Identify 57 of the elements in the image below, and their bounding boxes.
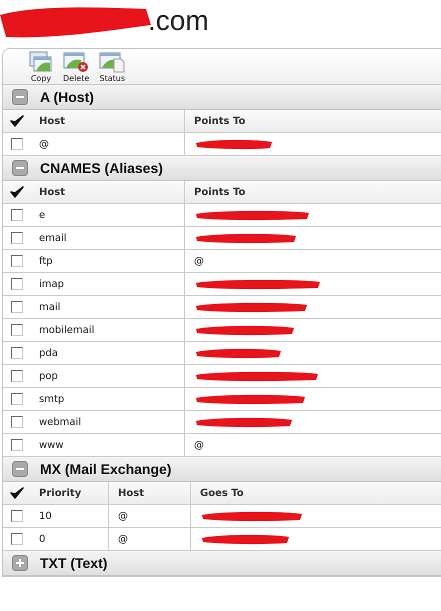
copy-icon — [29, 51, 53, 73]
toggle-icon[interactable] — [12, 555, 28, 571]
table-cell: @ — [118, 534, 128, 544]
status-icon — [99, 51, 126, 73]
check-all-icon[interactable] — [10, 486, 24, 500]
table-cell: 0 — [39, 534, 46, 544]
table-cell: @ — [194, 440, 204, 450]
table-cell: imap — [39, 278, 64, 290]
table-cell: pda — [39, 348, 58, 358]
toggle-icon[interactable] — [12, 160, 28, 176]
row-checkbox[interactable] — [10, 138, 22, 150]
row-checkbox[interactable] — [10, 439, 22, 451]
domain-title: .com — [148, 5, 209, 37]
row-checkbox[interactable] — [10, 209, 22, 221]
row-checkbox[interactable] — [10, 278, 22, 290]
column-header: Goes To — [200, 488, 244, 498]
row-checkbox[interactable] — [10, 370, 22, 382]
table-cell: pop — [39, 370, 58, 382]
column-header: Points To — [194, 116, 246, 126]
table-cell: @ — [194, 256, 204, 266]
table-cell: email — [39, 232, 67, 244]
section-header[interactable]: MX (Mail Exchange) — [3, 457, 441, 482]
check-all-icon[interactable] — [10, 114, 24, 128]
column-header: Host — [39, 186, 65, 198]
table-cell: mobilemail — [39, 324, 94, 336]
row-checkbox[interactable] — [10, 301, 22, 313]
table-cell: @ — [39, 138, 49, 150]
column-header: Points To — [194, 186, 246, 198]
row-checkbox[interactable] — [10, 232, 22, 244]
toolbar-button[interactable]: Status — [97, 51, 128, 84]
table-cell: e — [39, 210, 46, 220]
section-header[interactable]: A (Host) — [3, 85, 441, 110]
table-cell: smtp — [39, 394, 64, 404]
toggle-icon[interactable] — [12, 461, 28, 477]
check-all-icon[interactable] — [10, 186, 24, 198]
column-header: Host — [118, 488, 144, 498]
row-checkbox[interactable] — [10, 393, 22, 405]
table-cell: mail — [39, 302, 60, 312]
toolbar-button[interactable]: Delete — [61, 51, 92, 84]
row-checkbox[interactable] — [10, 347, 22, 359]
table-cell: @ — [118, 510, 128, 522]
row-checkbox[interactable] — [10, 255, 22, 267]
column-header: Priority — [39, 488, 82, 498]
column-header: Host — [39, 116, 65, 126]
table-cell: webmail — [39, 416, 82, 428]
table-cell: 10 — [39, 510, 52, 522]
table-cell: www — [39, 440, 64, 450]
section-header[interactable]: TXT (Text) — [3, 551, 441, 576]
row-checkbox[interactable] — [10, 510, 22, 522]
row-checkbox[interactable] — [10, 416, 22, 428]
row-checkbox[interactable] — [10, 533, 22, 545]
row-checkbox[interactable] — [10, 324, 22, 336]
delete-icon — [63, 51, 90, 73]
table-cell: ftp — [39, 256, 53, 266]
toggle-icon[interactable] — [12, 89, 28, 105]
toolbar-button[interactable]: Copy — [27, 51, 55, 84]
section-header[interactable]: CNAMES (Aliases) — [3, 156, 441, 181]
